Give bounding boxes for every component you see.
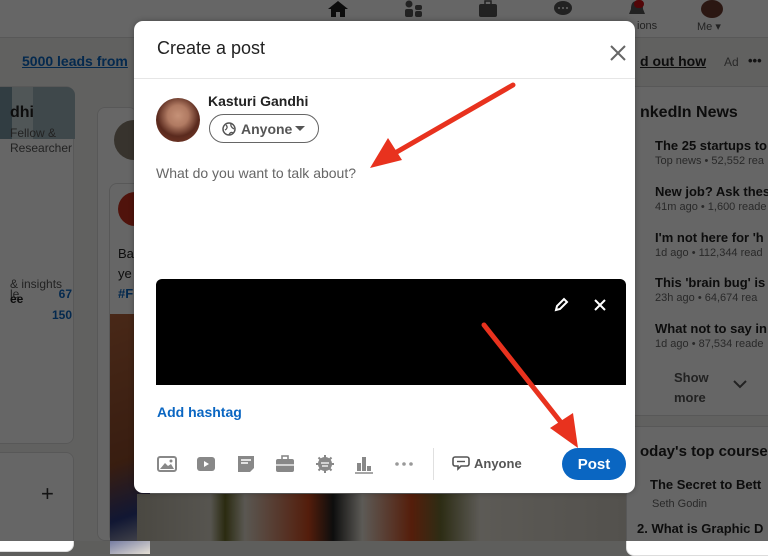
modal-divider (134, 78, 635, 79)
video-icon[interactable] (195, 453, 217, 475)
remove-media-icon[interactable] (590, 295, 610, 315)
comment-icon (452, 459, 470, 476)
comment-control-label: Anyone (474, 456, 522, 471)
post-button[interactable]: Post (562, 448, 626, 480)
job-icon[interactable] (274, 453, 296, 475)
author-name: Kasturi Gandhi (208, 93, 308, 109)
globe-icon (222, 122, 236, 141)
close-icon[interactable] (606, 41, 630, 65)
post-text-input[interactable] (156, 165, 616, 275)
add-hashtag-button[interactable]: Add hashtag (157, 404, 242, 420)
photo-icon[interactable] (156, 453, 178, 475)
toolbar-divider (433, 448, 434, 480)
poll-icon[interactable] (353, 453, 375, 475)
document-icon[interactable] (235, 453, 257, 475)
celebrate-icon[interactable] (314, 453, 336, 475)
more-icon[interactable] (393, 453, 415, 475)
media-preview (156, 279, 626, 385)
modal-title: Create a post (157, 38, 265, 59)
audience-label: Anyone (241, 121, 292, 137)
comment-control-button[interactable]: Anyone (452, 454, 470, 477)
caret-down-icon (295, 126, 305, 131)
pencil-icon[interactable] (551, 295, 571, 315)
audience-selector[interactable]: Anyone (209, 114, 319, 143)
author-avatar (156, 98, 200, 142)
create-post-modal: Create a post Kasturi Gandhi Anyone Add … (134, 21, 635, 493)
